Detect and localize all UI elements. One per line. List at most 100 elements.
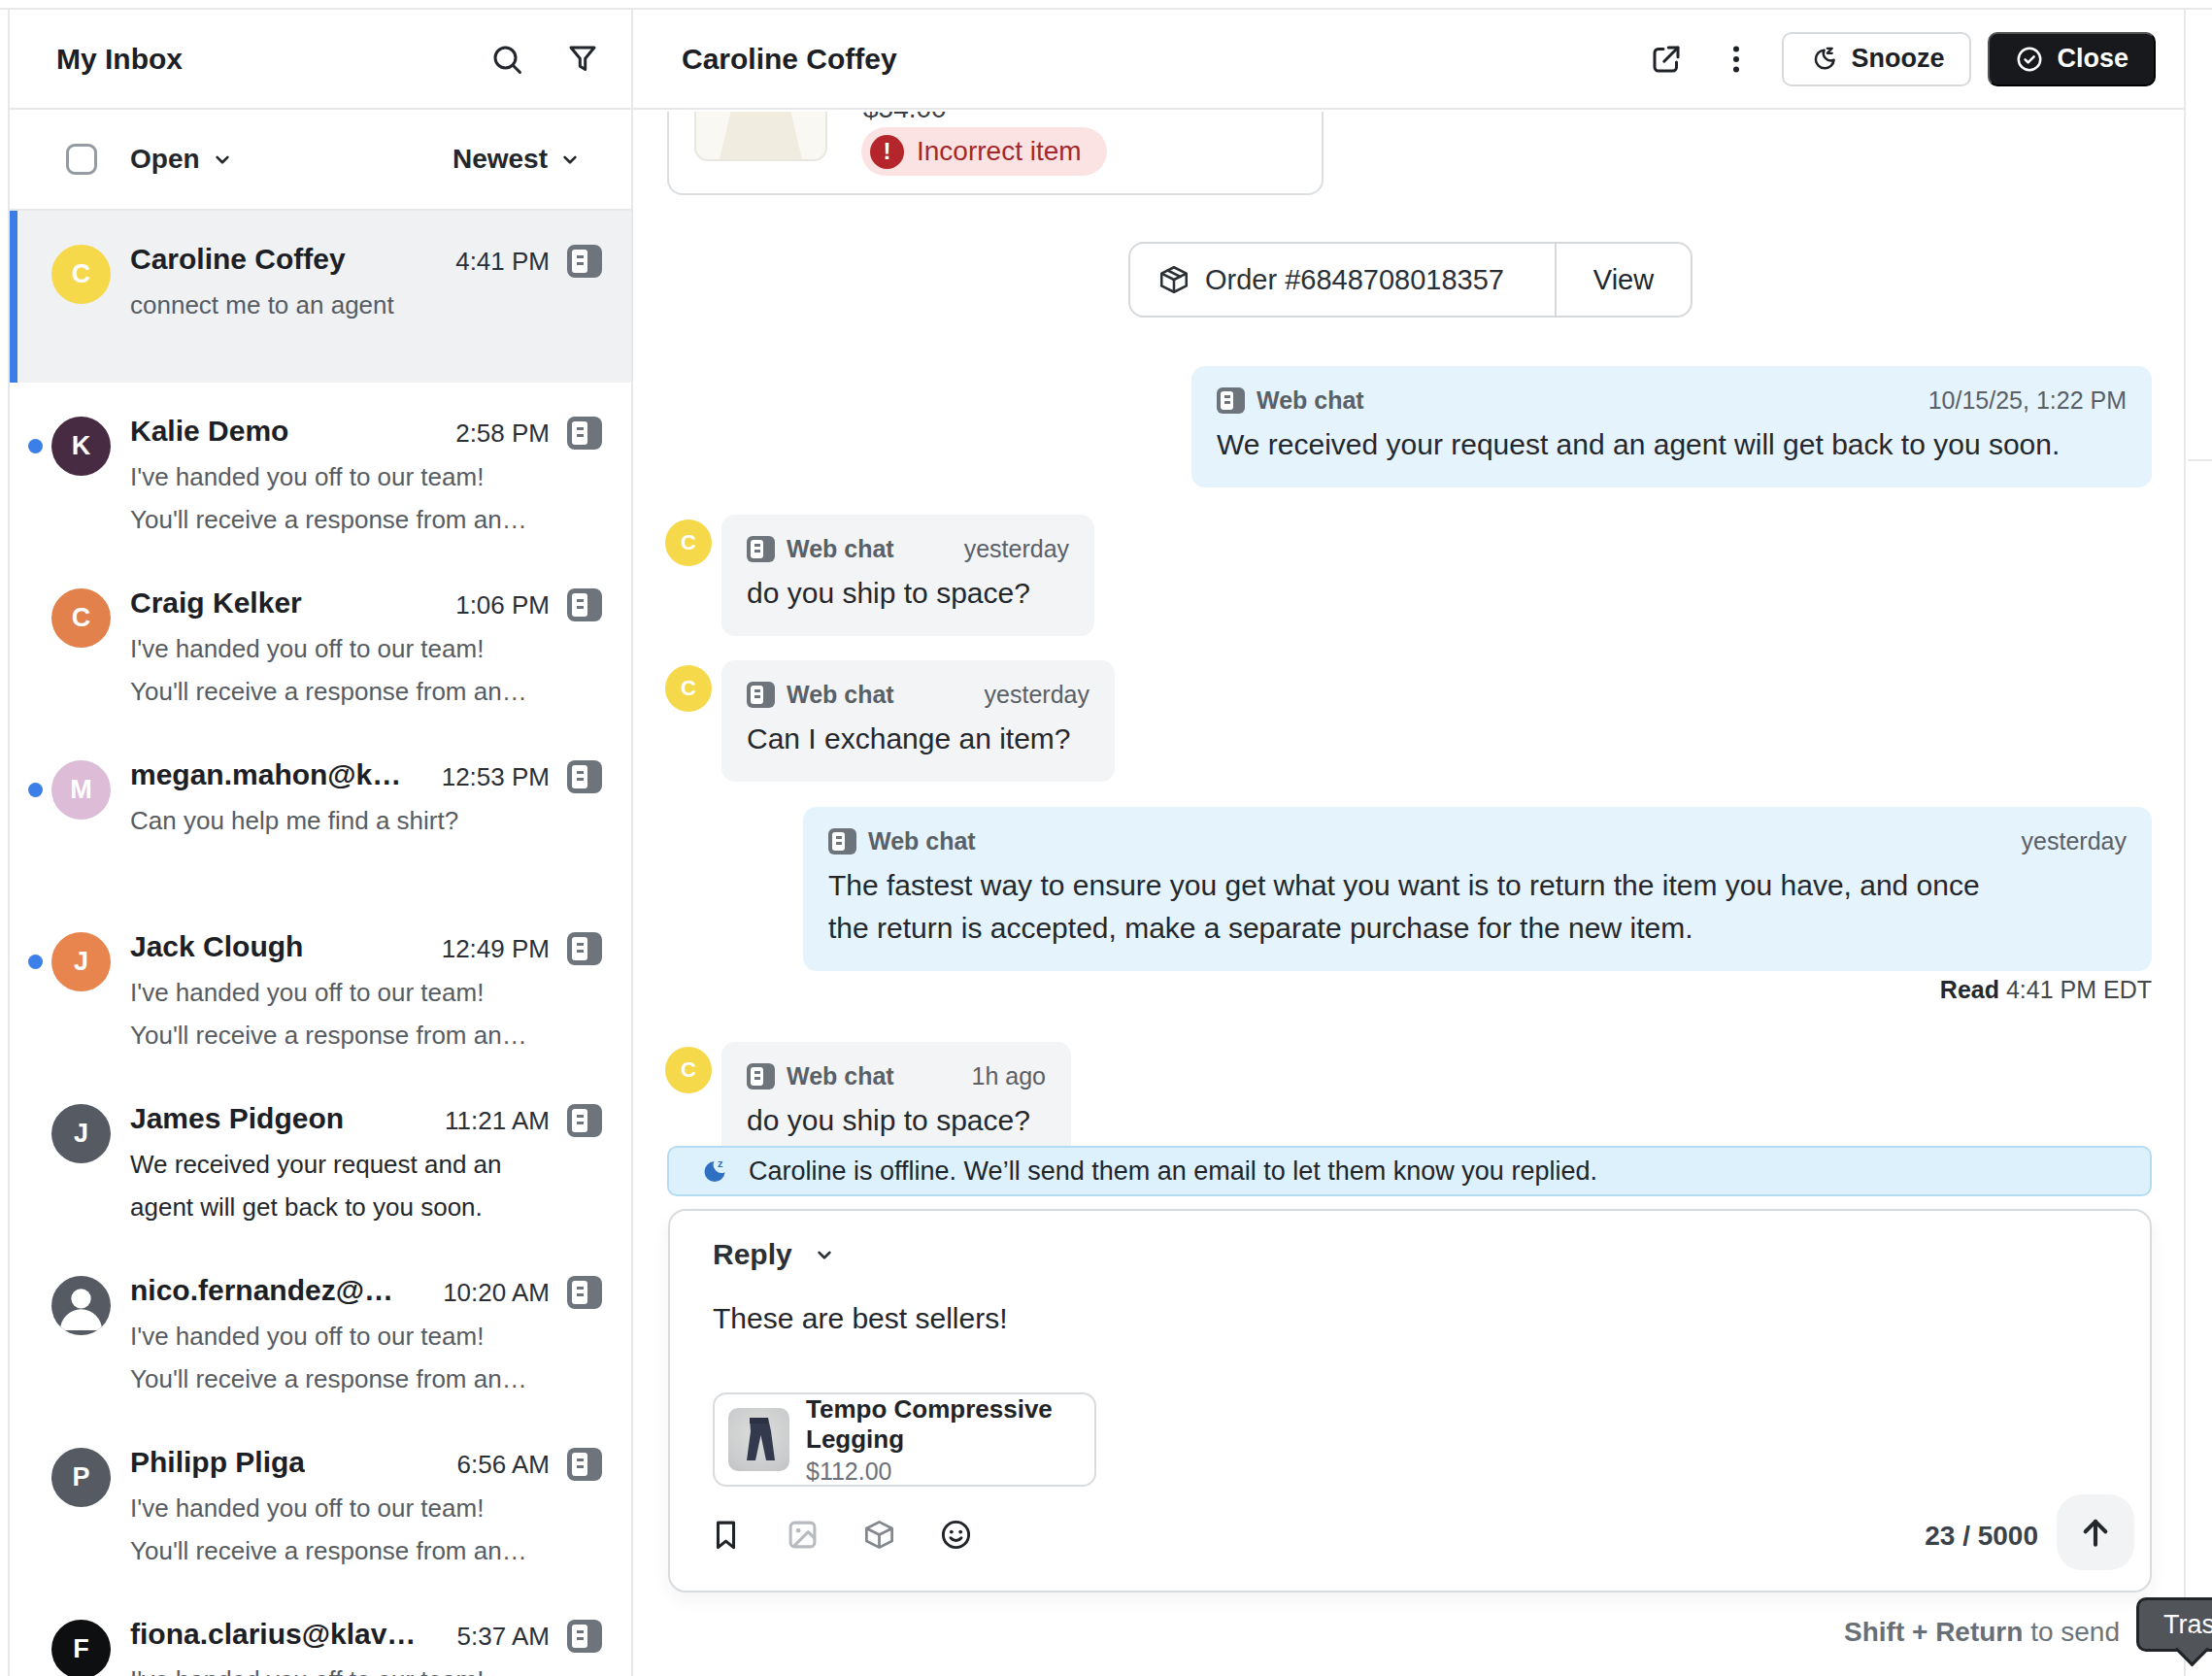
conversation-header: Caroline Coffey Snooze Close bbox=[633, 10, 2184, 110]
select-all-checkbox[interactable] bbox=[66, 144, 97, 175]
message-text: do you ship to space? bbox=[747, 572, 1069, 615]
avatar: J bbox=[51, 932, 111, 991]
right-panel-divider bbox=[2188, 459, 2212, 461]
message-thread: $54.00 ! Incorrect item Order #684870801… bbox=[633, 112, 2184, 1676]
web-chat-icon bbox=[567, 1276, 602, 1309]
incorrect-item-badge: ! Incorrect item bbox=[861, 127, 1107, 176]
conversation-list-item[interactable]: CCaroline Coffey4:41 PMconnect me to an … bbox=[10, 211, 631, 383]
customer-message: CWeb chatyesterdayCan I exchange an item… bbox=[665, 660, 1115, 782]
conversation-time: 11:21 AM bbox=[445, 1106, 550, 1136]
order-item-card: $54.00 ! Incorrect item bbox=[667, 112, 1324, 195]
web-chat-icon bbox=[828, 828, 856, 855]
conversation-name: nico.fernandez@… bbox=[130, 1274, 393, 1307]
product-card-clip: $54.00 ! Incorrect item bbox=[633, 112, 2184, 195]
svg-text:z: z bbox=[718, 1157, 723, 1169]
read-receipt: Read 4:41 PM EDT bbox=[1940, 976, 2152, 1004]
conversation-list-item[interactable]: K Kalie Demo 2:58 PM I've handed you off to… bbox=[10, 383, 631, 554]
web-chat-icon bbox=[567, 245, 602, 278]
conversation-list-item[interactable]: Ffiona.clarius@klav…5:37 AMI've handed y… bbox=[10, 1586, 631, 1676]
web-chat-icon bbox=[747, 1063, 775, 1089]
channel-label: Web chat bbox=[1257, 386, 1364, 415]
alert-icon: ! bbox=[870, 135, 904, 169]
sidebar-header: My Inbox bbox=[10, 10, 631, 110]
send-button[interactable] bbox=[2057, 1494, 2134, 1570]
avatar: C bbox=[665, 665, 712, 712]
web-chat-icon bbox=[747, 682, 775, 708]
avatar bbox=[51, 1276, 111, 1335]
conversation-time: 6:56 AM bbox=[457, 1450, 550, 1480]
status-filter[interactable]: Open bbox=[130, 144, 200, 175]
conversation-list-item[interactable]: JJack Clough12:49 PMI've handed you off … bbox=[10, 898, 631, 1070]
conversation-time: 10:20 AM bbox=[443, 1278, 550, 1308]
message-text: We received your request and an agent wi… bbox=[1217, 423, 2127, 466]
web-chat-icon bbox=[567, 760, 602, 793]
web-chat-icon bbox=[567, 588, 602, 621]
agent-message: Web chat10/15/25, 1:22 PMWe received you… bbox=[1191, 366, 2152, 487]
more-options-icon[interactable] bbox=[1719, 42, 1754, 77]
reply-mode-selector[interactable]: Reply bbox=[713, 1238, 837, 1271]
reply-mode-label: Reply bbox=[713, 1238, 792, 1271]
sort-selector[interactable]: Newest bbox=[452, 144, 548, 175]
conversation-list-item[interactable]: nico.fernandez@…10:20 AMI've handed you … bbox=[10, 1242, 631, 1414]
conversation-time: 12:53 PM bbox=[442, 762, 550, 792]
conversation-preview: I've handed you off to our team!You'll r… bbox=[130, 1487, 527, 1572]
conversation-time: 5:37 AM bbox=[457, 1622, 550, 1652]
conversation-preview: I've handed you off to our team!You'll r… bbox=[130, 455, 527, 541]
channel-label: Web chat bbox=[787, 1062, 894, 1090]
unread-dot bbox=[28, 439, 43, 453]
channel-label: Web chat bbox=[787, 681, 894, 709]
app-window: My Inbox Open Newest CCaroline Coffey4:4… bbox=[0, 8, 2212, 1676]
check-circle-icon bbox=[2015, 45, 2044, 74]
conversation-name: fiona.clarius@klav… bbox=[130, 1618, 416, 1651]
conversation-list-item[interactable]: JJames Pidgeon11:21 AMWe received your r… bbox=[10, 1070, 631, 1242]
snooze-button[interactable]: Snooze bbox=[1782, 32, 1971, 86]
conversation-time: 1:06 PM bbox=[455, 590, 550, 620]
insert-image-icon[interactable] bbox=[786, 1518, 820, 1552]
chevron-down-icon bbox=[812, 1242, 837, 1267]
conversation-name: Philipp Pliga bbox=[130, 1446, 305, 1479]
conversation-name: megan.mahon@k… bbox=[130, 758, 401, 791]
conversation-list-item[interactable]: PPhilipp Pliga6:56 AMI've handed you off… bbox=[10, 1414, 631, 1586]
conversation-name: Craig Kelker bbox=[130, 587, 302, 620]
web-chat-icon bbox=[567, 1448, 602, 1481]
message-time: yesterday bbox=[1963, 827, 2127, 855]
channel-label: Web chat bbox=[787, 535, 894, 563]
order-link[interactable]: Order #6848708018357 bbox=[1130, 244, 1555, 316]
attached-product-card[interactable]: Tempo Compressive Legging $112.00 bbox=[713, 1392, 1096, 1487]
draft-text[interactable]: These are best sellers! bbox=[713, 1302, 1007, 1335]
conversation-list-item[interactable]: CCraig Kelker1:06 PMI've handed you off … bbox=[10, 554, 631, 726]
emoji-icon[interactable] bbox=[939, 1518, 973, 1552]
filter-icon[interactable] bbox=[565, 42, 600, 77]
product-price: $54.00 bbox=[863, 112, 947, 124]
send-shortcut-hint: Shift + Return to send bbox=[1844, 1617, 2120, 1648]
conversation-preview: I've handed you off to our team!You'll r… bbox=[130, 971, 527, 1056]
message-time: 1h ago bbox=[914, 1062, 1046, 1090]
insert-product-icon[interactable] bbox=[862, 1518, 896, 1552]
conversation-name: Kalie Demo bbox=[130, 415, 288, 448]
conversation-name: James Pidgeon bbox=[130, 1102, 344, 1135]
offline-notice: z Caroline is offline. We’ll send them a… bbox=[667, 1146, 2152, 1196]
conversation-preview: We received your request and anagent wil… bbox=[130, 1143, 502, 1228]
header-controls: Snooze Close bbox=[1649, 32, 2156, 86]
open-external-icon[interactable] bbox=[1649, 42, 1684, 77]
message-text: do you ship to space? bbox=[747, 1099, 1046, 1142]
composer-toolbar bbox=[709, 1518, 973, 1552]
conversation-time: 12:49 PM bbox=[442, 934, 550, 964]
unread-dot bbox=[28, 783, 43, 797]
legging-product-image bbox=[728, 1408, 789, 1471]
snooze-label: Snooze bbox=[1851, 44, 1944, 74]
reply-composer[interactable]: Reply These are best sellers! Tempo Comp… bbox=[668, 1209, 2152, 1592]
conversation-time: 2:58 PM bbox=[455, 419, 550, 449]
conversation-list-item[interactable]: Mmegan.mahon@k…12:53 PMCan you help me f… bbox=[10, 726, 631, 898]
conversation-preview: Can you help me find a shirt? bbox=[130, 799, 458, 842]
avatar: C bbox=[665, 520, 712, 566]
avatar: K bbox=[51, 417, 111, 476]
inbox-sidebar: My Inbox Open Newest CCaroline Coffey4:4… bbox=[8, 10, 633, 1676]
macros-bookmark-icon[interactable] bbox=[709, 1518, 743, 1552]
package-icon bbox=[1157, 263, 1190, 296]
close-ticket-button[interactable]: Close bbox=[1988, 32, 2156, 86]
message-text: The fastest way to ensure you get what y… bbox=[828, 864, 2003, 950]
moon-z-icon bbox=[1809, 45, 1838, 74]
order-view-button[interactable]: View bbox=[1555, 244, 1691, 316]
search-icon[interactable] bbox=[489, 42, 524, 77]
